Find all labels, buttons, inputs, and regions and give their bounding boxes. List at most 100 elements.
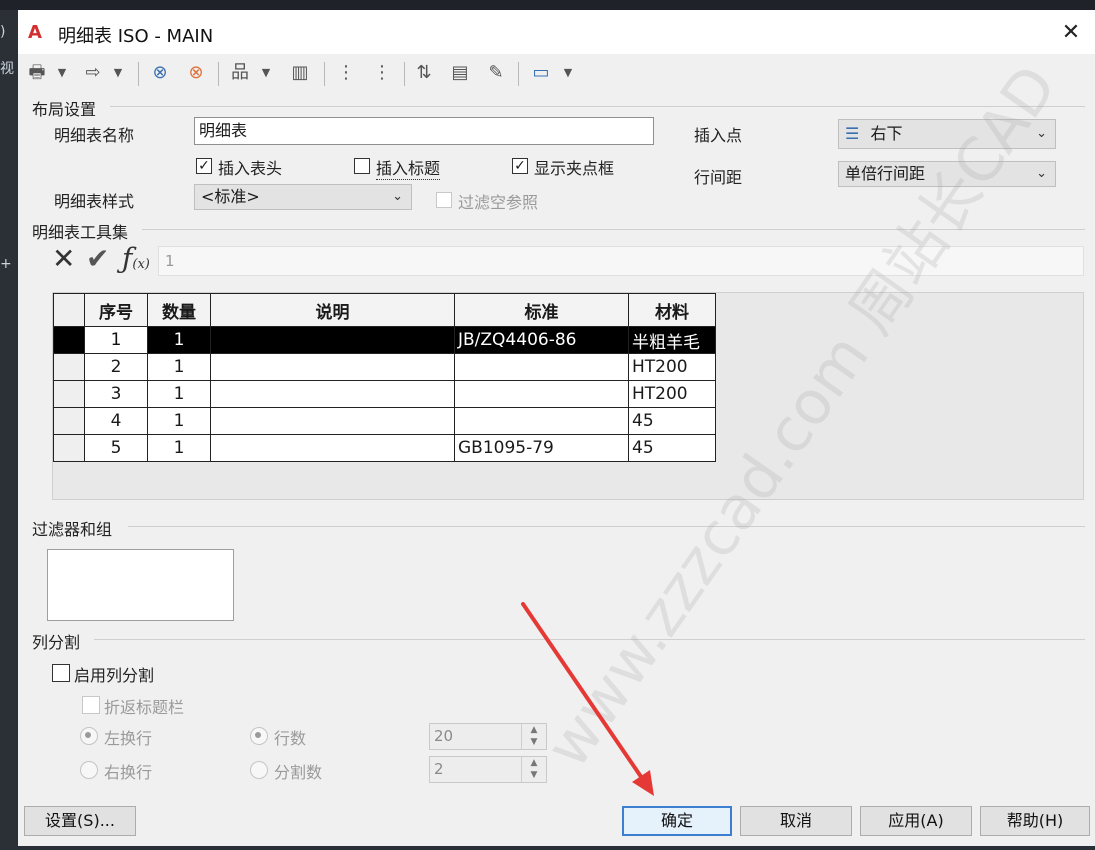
column-header[interactable]: 材料	[628, 293, 716, 327]
rows-label: 行数	[274, 729, 307, 748]
hierarchy-icon[interactable]: 品	[226, 60, 254, 86]
chevron-down-icon: ⌄	[1036, 166, 1047, 181]
table-cell[interactable]: 1	[147, 353, 211, 381]
line-spacing-select[interactable]: 单倍行间距 ⌄	[838, 161, 1056, 187]
insert-title-checkbox[interactable]	[354, 158, 370, 174]
table-style-select[interactable]: <标准> ⌄	[194, 184, 412, 210]
insert-header-checkbox[interactable]: ✓	[196, 158, 212, 174]
table-cell[interactable]: JB/ZQ4406-86	[454, 326, 629, 354]
formula-input[interactable]: 1	[158, 246, 1084, 276]
find-icon[interactable]: ⊗	[146, 60, 174, 86]
enable-split-label: 启用列分割	[74, 666, 155, 685]
confirm-check-icon[interactable]: ✔	[86, 242, 109, 275]
print-icon[interactable]: 🖶	[24, 60, 50, 86]
splits-stepper[interactable]: 2 ▲ ▼	[429, 756, 547, 783]
left-wrap-radio[interactable]	[80, 727, 98, 745]
column-header[interactable]: 数量	[147, 293, 211, 327]
table-cell[interactable]: HT200	[628, 353, 716, 381]
window-layout-icon[interactable]: ▭	[526, 60, 556, 86]
table-cell[interactable]	[210, 407, 455, 435]
table-row[interactable]: 2 1 HT200	[53, 353, 716, 381]
table-cell[interactable]: 1	[147, 326, 211, 354]
table-cell[interactable]: 45	[628, 434, 716, 462]
row-header-corner[interactable]	[53, 293, 85, 327]
table-row[interactable]: 1 1 JB/ZQ4406-86 半粗羊毛	[53, 326, 716, 354]
edit-icon[interactable]: ✎	[482, 60, 510, 86]
line-spacing-value: 单倍行间距	[845, 164, 926, 183]
delete-icon[interactable]: ⊗	[182, 60, 210, 86]
table-cell[interactable]: 1	[147, 407, 211, 435]
line-spacing-label: 行间距	[694, 168, 743, 187]
row-header[interactable]	[53, 380, 85, 408]
expand-icon[interactable]: ⋮	[332, 60, 360, 86]
chevron-down-icon[interactable]: ▼	[112, 60, 124, 86]
settings-button[interactable]: 设置(S)...	[24, 806, 136, 836]
splits-radio[interactable]	[250, 761, 268, 779]
table-cell[interactable]	[454, 407, 629, 435]
enable-split-checkbox[interactable]	[52, 664, 70, 682]
insert-point-value: 右下	[870, 124, 903, 143]
table-cell[interactable]: 45	[628, 407, 716, 435]
column-header[interactable]: 序号	[84, 293, 148, 327]
table-cell[interactable]	[454, 353, 629, 381]
close-icon[interactable]: ✕	[1054, 18, 1088, 48]
table-cell[interactable]: 1	[84, 326, 148, 354]
table-cell[interactable]: HT200	[628, 380, 716, 408]
chevron-down-icon[interactable]: ▼	[562, 60, 574, 86]
right-wrap-radio[interactable]	[80, 761, 98, 779]
table-name-input[interactable]: 明细表	[194, 117, 654, 145]
table-cell[interactable]: 3	[84, 380, 148, 408]
table-row[interactable]: 5 1 GB1095-79 45	[53, 434, 716, 462]
show-grips-checkbox[interactable]: ✓	[512, 158, 528, 174]
rows-radio[interactable]	[250, 727, 268, 745]
row-header[interactable]	[53, 434, 85, 462]
toolbar-separator	[324, 62, 325, 86]
row-header[interactable]	[53, 353, 85, 381]
collapse-icon[interactable]: ⋮	[368, 60, 396, 86]
cancel-button[interactable]: 取消	[740, 806, 852, 836]
table-cell[interactable]	[210, 434, 455, 462]
column-header[interactable]: 标准	[454, 293, 629, 327]
table-cell[interactable]: 1	[147, 380, 211, 408]
row-header[interactable]	[53, 407, 85, 435]
filter-empty-checkbox[interactable]	[436, 192, 452, 208]
parts-table-area: 序号 数量 说明 标准 材料 1 1 JB/ZQ4406-86 半粗羊毛 2 1 HT200…	[52, 292, 1084, 500]
stepper-arrows[interactable]: ▲ ▼	[521, 757, 546, 782]
table-cell[interactable]: 半粗羊毛	[628, 326, 716, 354]
background-glyph: 视	[0, 61, 14, 77]
apply-button[interactable]: 应用(A)	[860, 806, 972, 836]
toolset-section-label: 明细表工具集	[32, 223, 129, 242]
table-cell[interactable]	[454, 380, 629, 408]
rows-stepper[interactable]: 20 ▲ ▼	[429, 723, 547, 750]
layout-section-label: 布局设置	[32, 100, 97, 119]
column-header[interactable]: 说明	[210, 293, 455, 327]
chevron-down-icon[interactable]: ▼	[260, 60, 272, 86]
table-cell[interactable]	[210, 326, 455, 354]
column-delete-icon[interactable]: ▥	[286, 60, 314, 86]
stepper-arrows[interactable]: ▲ ▼	[521, 724, 546, 749]
table-cell[interactable]: 5	[84, 434, 148, 462]
table-cell[interactable]	[210, 353, 455, 381]
function-fx-icon[interactable]: ƒ(x)	[122, 242, 150, 275]
chevron-down-icon: ⌄	[392, 189, 403, 204]
row-header[interactable]	[53, 326, 85, 354]
table-cell[interactable]: 1	[147, 434, 211, 462]
sort-az-icon[interactable]: ⇅	[410, 60, 438, 86]
table-cell[interactable]: 4	[84, 407, 148, 435]
fold-title-checkbox[interactable]	[82, 696, 100, 714]
insert-point-select[interactable]: ☰ 右下 ⌄	[838, 119, 1056, 149]
cancel-x-icon[interactable]: ✕	[52, 242, 75, 275]
table-row[interactable]: 3 1 HT200	[53, 380, 716, 408]
table-cell[interactable]: GB1095-79	[454, 434, 629, 462]
ok-button[interactable]: 确定	[622, 806, 732, 836]
chevron-down-icon[interactable]: ▼	[56, 60, 68, 86]
filter-group-list[interactable]	[47, 549, 234, 621]
table-cell[interactable]	[210, 380, 455, 408]
splits-value: 2	[434, 760, 444, 778]
background-app-strip	[0, 0, 1095, 10]
export-icon[interactable]: ⇨	[80, 60, 106, 86]
table-delete-icon[interactable]: ▤	[446, 60, 474, 86]
table-row[interactable]: 4 1 45	[53, 407, 716, 435]
help-button[interactable]: 帮助(H)	[980, 806, 1090, 836]
table-cell[interactable]: 2	[84, 353, 148, 381]
